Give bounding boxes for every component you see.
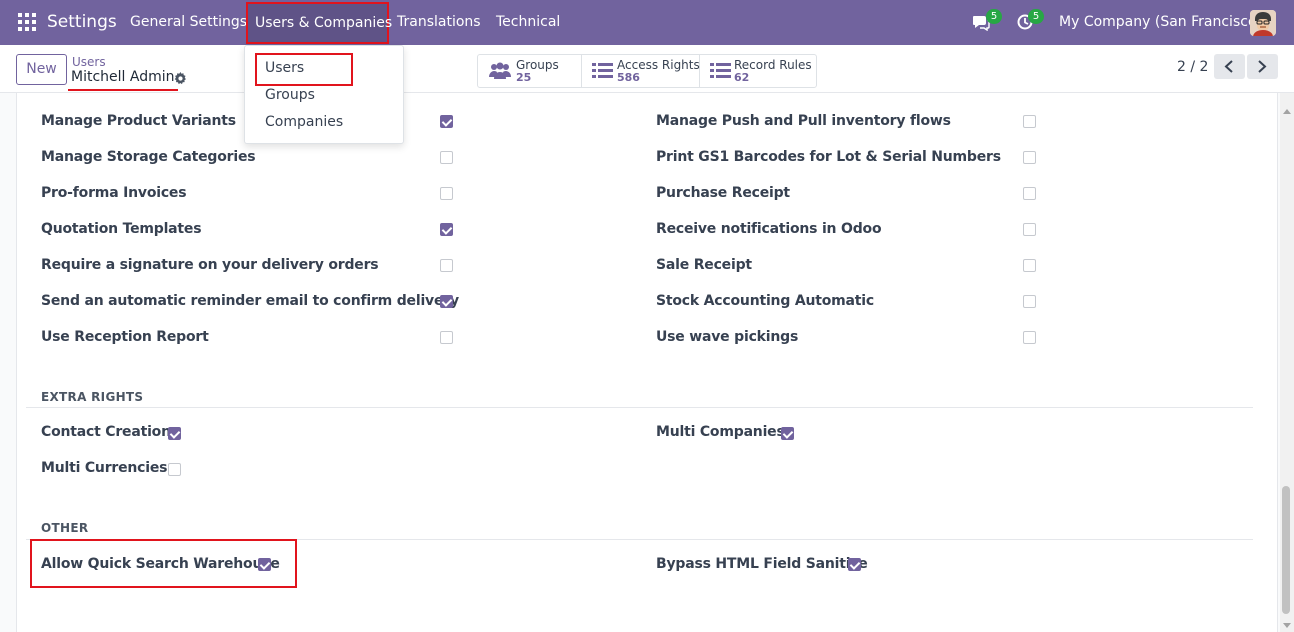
row-label: Sale Receipt (656, 257, 752, 273)
row-label: Send an automatic reminder email to conf… (41, 293, 459, 309)
breadcrumb-current: Mitchell Admin (71, 69, 175, 85)
row-label: Require a signature on your delivery ord… (41, 257, 379, 273)
menu-users-companies[interactable]: Users & Companies (246, 2, 393, 44)
checkbox-reminder-email[interactable] (440, 295, 453, 308)
checkbox-bypass-html-sanitize[interactable] (848, 558, 861, 571)
control-panel: New Users Mitchell Admin Groups 25 Acces… (0, 45, 1294, 93)
checkbox-purchase-receipt[interactable] (1023, 187, 1036, 200)
checkbox-stock-accounting[interactable] (1023, 295, 1036, 308)
users-companies-dropdown: Users Groups Companies (244, 45, 404, 144)
row-label: Multi Companies (656, 424, 785, 440)
gear-icon[interactable] (174, 72, 187, 85)
record-rules-smart-button[interactable]: Record Rules 62 (700, 55, 816, 87)
checkbox-notifications-odoo[interactable] (1023, 223, 1036, 236)
groups-label: Groups (516, 58, 559, 72)
section-title-other: OTHER (41, 521, 89, 535)
app-title[interactable]: Settings (47, 12, 117, 32)
users-icon (489, 62, 511, 79)
checkbox-sale-receipt[interactable] (1023, 259, 1036, 272)
row-label: Manage Storage Categories (41, 149, 256, 165)
row-label: Use Reception Report (41, 329, 209, 345)
groups-smart-button[interactable]: Groups 25 (478, 55, 582, 87)
checkbox-quotation-templates[interactable] (440, 223, 453, 236)
user-avatar[interactable] (1250, 10, 1276, 36)
company-switcher[interactable]: My Company (San Francisco) (1059, 14, 1262, 30)
access-rights-label: Access Rights (617, 58, 700, 72)
checkbox-contact-creation[interactable] (168, 427, 181, 440)
menu-translations[interactable]: Translations (397, 14, 481, 30)
checkbox-push-pull-flows[interactable] (1023, 115, 1036, 128)
row-label: Use wave pickings (656, 329, 799, 345)
pager-previous-button[interactable] (1214, 54, 1245, 79)
checkbox-manage-storage-categories[interactable] (440, 151, 453, 164)
top-navbar: Settings General Settings Users & Compan… (0, 0, 1294, 45)
row-label: Multi Currencies (41, 460, 168, 476)
checkbox-reception-report[interactable] (440, 331, 453, 344)
dropdown-item-groups[interactable]: Groups (265, 87, 315, 103)
scroll-down-arrow[interactable] (1283, 623, 1291, 628)
scroll-up-arrow[interactable] (1283, 109, 1291, 114)
new-button[interactable]: New (16, 54, 67, 85)
pager-value[interactable]: 2 / 2 (1177, 59, 1208, 75)
row-label: Bypass HTML Field Sanitize (656, 556, 868, 572)
menu-technical[interactable]: Technical (496, 14, 560, 30)
row-label: Print GS1 Barcodes for Lot & Serial Numb… (656, 149, 1001, 165)
list-icon (592, 63, 613, 78)
access-rights-count: 586 (617, 71, 640, 84)
messages-badge: 5 (986, 9, 1002, 24)
chevron-left-icon (1224, 60, 1233, 73)
scroll-thumb[interactable] (1282, 486, 1290, 614)
checkbox-allow-quick-search-warehouse[interactable] (258, 558, 271, 571)
row-label: Pro-forma Invoices (41, 185, 187, 201)
dropdown-item-companies[interactable]: Companies (265, 114, 343, 130)
row-label: Manage Product Variants (41, 113, 236, 129)
checkbox-multi-companies[interactable] (781, 427, 794, 440)
apps-menu-icon[interactable] (18, 13, 36, 31)
checkbox-manage-product-variants[interactable] (440, 115, 453, 128)
vertical-scrollbar[interactable] (1280, 93, 1294, 632)
record-rules-count: 62 (734, 71, 750, 84)
row-label: Purchase Receipt (656, 185, 790, 201)
groups-count: 25 (516, 71, 532, 84)
pager-next-button[interactable] (1247, 54, 1278, 79)
record-rules-label: Record Rules (734, 58, 812, 72)
row-label: Quotation Templates (41, 221, 202, 237)
annotation-underline (68, 89, 178, 91)
row-label: Receive notifications in Odoo (656, 221, 882, 237)
access-rights-smart-button[interactable]: Access Rights 586 (582, 55, 700, 87)
section-title-extra-rights: EXTRA RIGHTS (41, 390, 144, 404)
row-label: Allow Quick Search Warehouse (41, 556, 280, 572)
list-icon (710, 63, 731, 78)
breadcrumb-parent[interactable]: Users (72, 55, 106, 69)
dropdown-item-users[interactable]: Users (265, 60, 304, 76)
row-label: Manage Push and Pull inventory flows (656, 113, 951, 129)
checkbox-require-signature[interactable] (440, 259, 453, 272)
menu-users-companies-label: Users & Companies (255, 15, 393, 31)
checkbox-multi-currencies[interactable] (168, 463, 181, 476)
row-label: Stock Accounting Automatic (656, 293, 874, 309)
checkbox-pro-forma-invoices[interactable] (440, 187, 453, 200)
checkbox-wave-pickings[interactable] (1023, 331, 1036, 344)
activities-badge: 5 (1028, 9, 1044, 24)
checkbox-gs1-barcodes[interactable] (1023, 151, 1036, 164)
section-divider (26, 407, 1253, 408)
menu-general-settings[interactable]: General Settings (130, 14, 247, 30)
smart-buttons: Groups 25 Access Rights 586 Record Rules… (477, 54, 817, 88)
row-label: Contact Creation (41, 424, 171, 440)
chevron-right-icon (1258, 60, 1267, 73)
